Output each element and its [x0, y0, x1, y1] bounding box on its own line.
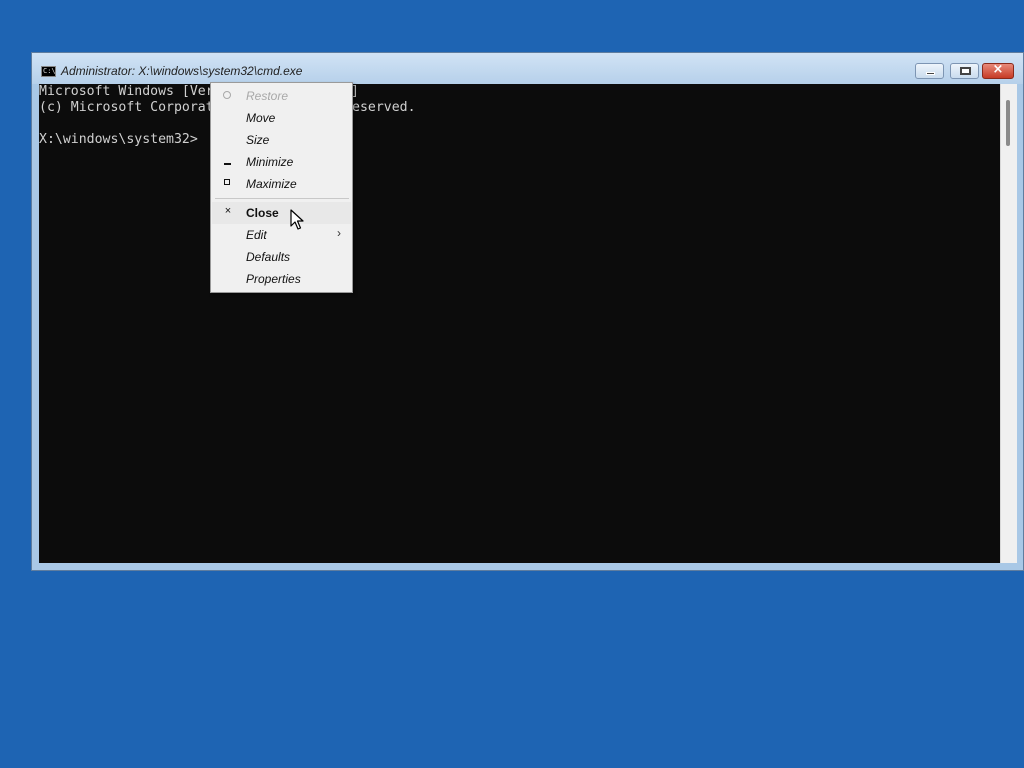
menu-item-label: Defaults — [246, 250, 291, 264]
menu-separator — [215, 198, 349, 199]
close-button[interactable]: × — [982, 62, 1014, 79]
minimize-icon — [224, 163, 231, 165]
menu-item-maximize[interactable]: Maximize — [212, 173, 351, 195]
restore-icon — [223, 91, 231, 99]
scrollbar-thumb[interactable] — [1006, 100, 1010, 146]
console-line: (c) Microsoft Corporat — [39, 100, 214, 115]
console-output[interactable]: Microsoft Windows [Ver (c) Microsoft Cor… — [39, 84, 1000, 563]
menu-item-minimize[interactable]: Minimize — [212, 151, 351, 173]
cmd-window: C:\ Administrator: X:\windows\system32\c… — [31, 52, 1024, 571]
system-context-menu: Restore Move Size Minimize Maximize × Cl… — [210, 82, 353, 293]
title-bar[interactable]: C:\ Administrator: X:\windows\system32\c… — [32, 53, 1023, 84]
close-icon: × — [224, 205, 232, 217]
menu-item-edit[interactable]: Edit › — [212, 224, 351, 246]
menu-item-label: Maximize — [246, 177, 297, 191]
mouse-cursor-icon — [290, 209, 304, 230]
menu-item-defaults[interactable]: Defaults — [212, 246, 351, 268]
chevron-right-icon: › — [337, 226, 341, 240]
minimize-icon — [926, 72, 935, 75]
menu-item-label: Restore — [246, 89, 289, 103]
maximize-icon — [960, 67, 971, 75]
maximize-button[interactable] — [950, 63, 979, 79]
console-line: Microsoft Windows [Ver — [39, 84, 214, 99]
menu-item-close[interactable]: × Close — [212, 202, 351, 224]
menu-item-label: Move — [246, 111, 276, 125]
menu-item-label: Properties — [246, 272, 301, 286]
vertical-scrollbar[interactable] — [1000, 84, 1017, 563]
menu-item-move[interactable]: Move — [212, 107, 351, 129]
close-icon: × — [992, 62, 1004, 77]
console-line-tail: eserved. — [352, 100, 416, 115]
menu-item-restore[interactable]: Restore — [212, 85, 351, 107]
menu-item-properties[interactable]: Properties — [212, 268, 351, 290]
maximize-icon — [224, 179, 230, 185]
menu-item-label: Close — [246, 206, 279, 220]
menu-item-label: Size — [246, 133, 270, 147]
window-title: Administrator: X:\windows\system32\cmd.e… — [61, 64, 303, 78]
minimize-button[interactable] — [915, 63, 944, 79]
menu-item-label: Edit — [246, 228, 267, 242]
menu-item-size[interactable]: Size — [212, 129, 351, 151]
menu-item-label: Minimize — [246, 155, 294, 169]
cmd-app-icon[interactable]: C:\ — [41, 66, 56, 77]
console-prompt: X:\windows\system32> — [39, 132, 198, 147]
